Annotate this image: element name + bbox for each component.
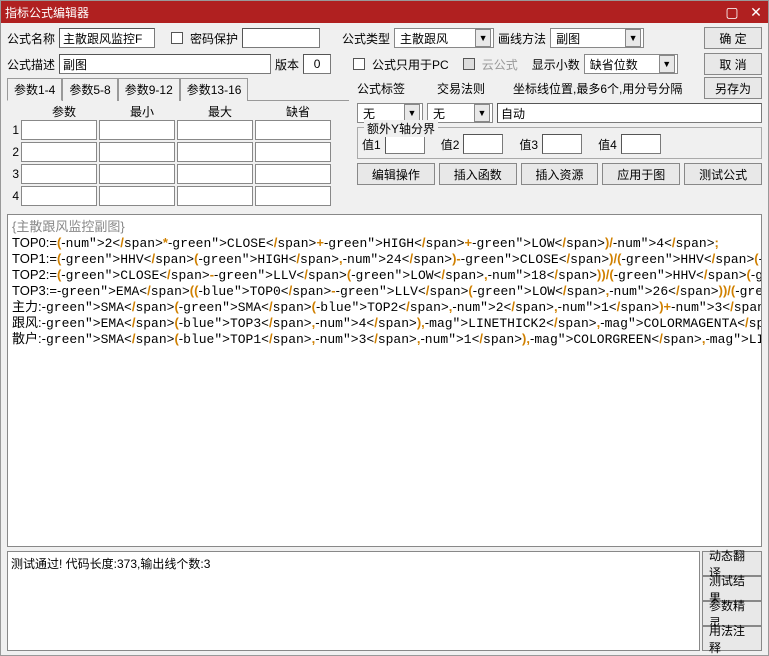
trade-rule-label: 交易法则 bbox=[437, 80, 485, 97]
param-min-1[interactable] bbox=[99, 120, 175, 140]
param-block: 参数1-4 参数5-8 参数9-12 参数13-16 参数 最小 最大 缺省 1… bbox=[7, 77, 349, 208]
param-row-num: 1 bbox=[7, 123, 21, 137]
param-row-num: 3 bbox=[7, 167, 21, 181]
param-def-2[interactable] bbox=[255, 142, 331, 162]
saveas-button[interactable]: 另存为 bbox=[704, 77, 762, 99]
usage-button[interactable]: 用法注释 bbox=[702, 626, 762, 651]
v1-input[interactable] bbox=[385, 134, 425, 154]
status-output: 测试通过! 代码长度:373,输出线个数:3 bbox=[7, 551, 700, 651]
v1-label: 值1 bbox=[362, 136, 381, 153]
v4-label: 值4 bbox=[598, 136, 617, 153]
param-def-3[interactable] bbox=[255, 164, 331, 184]
param-name-4[interactable] bbox=[21, 186, 97, 206]
line-method-label: 画线方法 bbox=[498, 30, 546, 47]
tab-params-9-12[interactable]: 参数9-12 bbox=[118, 78, 180, 101]
formula-desc-label: 公式描述 bbox=[7, 56, 55, 73]
param-min-2[interactable] bbox=[99, 142, 175, 162]
coord-line-label: 坐标线位置,最多6个,用分号分隔 bbox=[513, 80, 682, 97]
chevron-down-icon[interactable]: ▼ bbox=[475, 29, 491, 47]
formula-type-select[interactable]: 主散跟风 ▼ bbox=[394, 28, 494, 48]
edit-op-button[interactable]: 编辑操作 bbox=[357, 163, 435, 185]
cloud-checkbox bbox=[463, 58, 475, 70]
titlebar: 指标公式编辑器 ▢ ✕ bbox=[1, 1, 768, 23]
tab-params-1-4[interactable]: 参数1-4 bbox=[7, 78, 62, 101]
col-param: 参数 bbox=[25, 103, 103, 120]
cloud-label: 云公式 bbox=[482, 56, 518, 73]
param-max-4[interactable] bbox=[177, 186, 253, 206]
pc-only-checkbox[interactable] bbox=[353, 58, 365, 70]
param-row-num: 4 bbox=[7, 189, 21, 203]
minimize-icon[interactable]: ▢ bbox=[724, 4, 740, 20]
ok-button[interactable]: 确 定 bbox=[704, 27, 762, 49]
col-max: 最大 bbox=[181, 103, 259, 120]
v2-input[interactable] bbox=[463, 134, 503, 154]
param-name-1[interactable] bbox=[21, 120, 97, 140]
extra-y-fieldset: 额外Y轴分界 值1 值2 值3 值4 bbox=[357, 127, 762, 159]
param-max-3[interactable] bbox=[177, 164, 253, 184]
show-dec-label: 显示小数 bbox=[532, 56, 580, 73]
ins-func-button[interactable]: 插入函数 bbox=[439, 163, 517, 185]
close-icon[interactable]: ✕ bbox=[748, 4, 764, 20]
version-label: 版本 bbox=[275, 56, 299, 73]
cancel-button[interactable]: 取 消 bbox=[704, 53, 762, 75]
param-def-4[interactable] bbox=[255, 186, 331, 206]
chevron-down-icon[interactable]: ▼ bbox=[625, 29, 641, 47]
col-def: 缺省 bbox=[259, 103, 337, 120]
v4-input[interactable] bbox=[621, 134, 661, 154]
formula-type-label: 公式类型 bbox=[342, 30, 390, 47]
param-name-3[interactable] bbox=[21, 164, 97, 184]
tab-params-5-8[interactable]: 参数5-8 bbox=[62, 78, 117, 101]
pc-only-label: 公式只用于PC bbox=[372, 56, 449, 73]
param-max-2[interactable] bbox=[177, 142, 253, 162]
pwd-input[interactable] bbox=[242, 28, 320, 48]
apply-button[interactable]: 应用于图 bbox=[602, 163, 680, 185]
tab-params-13-16[interactable]: 参数13-16 bbox=[180, 78, 249, 101]
v3-label: 值3 bbox=[519, 136, 538, 153]
ins-res-button[interactable]: 插入资源 bbox=[521, 163, 599, 185]
chevron-down-icon[interactable]: ▼ bbox=[474, 104, 490, 122]
coord-line-input[interactable] bbox=[497, 103, 762, 123]
show-dec-select[interactable]: 缺省位数 ▼ bbox=[584, 54, 678, 74]
code-editor[interactable]: {主散跟风监控副图} TOP0:=(-num">2</span>*-green"… bbox=[7, 214, 762, 547]
window-title: 指标公式编辑器 bbox=[5, 4, 724, 21]
formula-desc-input[interactable] bbox=[59, 54, 271, 74]
col-min: 最小 bbox=[103, 103, 181, 120]
chevron-down-icon[interactable]: ▼ bbox=[659, 55, 675, 73]
formula-name-input[interactable] bbox=[59, 28, 155, 48]
param-min-3[interactable] bbox=[99, 164, 175, 184]
param-name-2[interactable] bbox=[21, 142, 97, 162]
param-def-1[interactable] bbox=[255, 120, 331, 140]
v2-label: 值2 bbox=[441, 136, 460, 153]
param-tabs: 参数1-4 参数5-8 参数9-12 参数13-16 bbox=[7, 77, 349, 101]
test-button[interactable]: 测试公式 bbox=[684, 163, 762, 185]
pwd-protect-checkbox[interactable] bbox=[171, 32, 183, 44]
line-method-select[interactable]: 副图 ▼ bbox=[550, 28, 644, 48]
v3-input[interactable] bbox=[542, 134, 582, 154]
param-row-num: 2 bbox=[7, 145, 21, 159]
param-min-4[interactable] bbox=[99, 186, 175, 206]
extra-y-legend: 额外Y轴分界 bbox=[364, 120, 438, 137]
formula-name-label: 公式名称 bbox=[7, 30, 55, 47]
formula-tag-label: 公式标签 bbox=[357, 80, 405, 97]
pwd-protect-label: 密码保护 bbox=[190, 30, 238, 47]
param-max-1[interactable] bbox=[177, 120, 253, 140]
version-input[interactable] bbox=[303, 54, 331, 74]
